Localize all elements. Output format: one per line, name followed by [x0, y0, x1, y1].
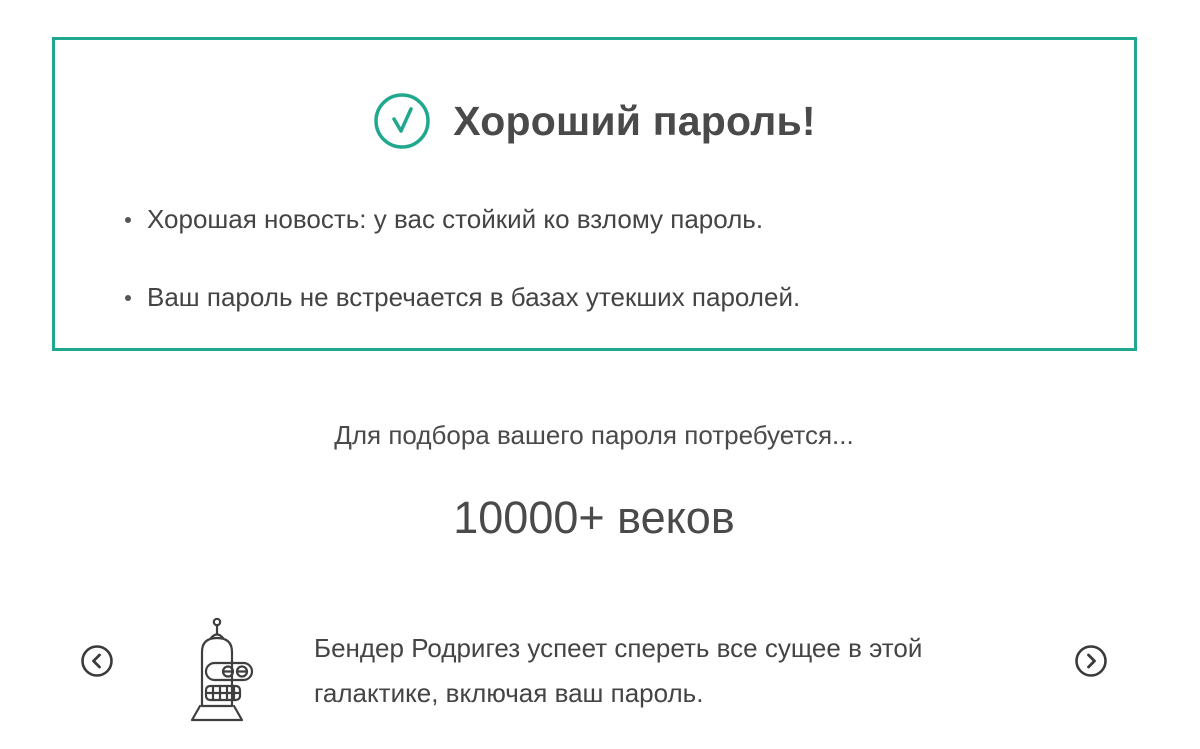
password-result-panel: Хороший пароль! Хорошая новость: у вас с…	[52, 37, 1137, 351]
chevron-right-circle-icon[interactable]	[1074, 644, 1108, 678]
fact-carousel: Бендер Родригез успеет спереть все сущее…	[0, 610, 1200, 730]
list-item: Хорошая новость: у вас стойкий ко взлому…	[121, 200, 800, 238]
result-list: Хорошая новость: у вас стойкий ко взлому…	[121, 200, 800, 316]
result-title: Хороший пароль!	[453, 97, 816, 144]
crack-time-label: Для подбора вашего пароля потребуется...	[334, 420, 854, 450]
check-circle-icon	[374, 93, 431, 149]
chevron-left-circle-icon[interactable]	[80, 644, 114, 678]
bender-robot-icon	[190, 617, 254, 722]
crack-time-value: 10000+ веков	[453, 492, 735, 543]
bullet-icon	[125, 295, 131, 301]
list-item-text: Хорошая новость: у вас стойкий ко взлому…	[147, 204, 764, 234]
result-header: Хороший пароль!	[55, 90, 1134, 152]
list-item-text: Ваш пароль не встречается в базах утекши…	[147, 282, 801, 312]
bullet-icon	[125, 217, 131, 223]
list-item: Ваш пароль не встречается в базах утекши…	[121, 278, 800, 316]
fact-text: Бендер Родригез успеет спереть все сущее…	[314, 633, 923, 708]
